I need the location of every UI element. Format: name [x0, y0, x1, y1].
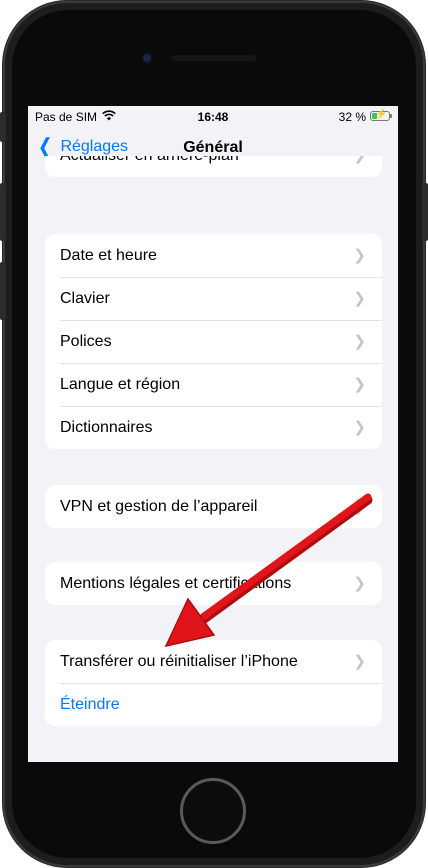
settings-row-dictionaries[interactable]: Dictionnaires ❯ — [45, 406, 382, 449]
disclosure-chevron-icon: ❯ — [353, 575, 366, 592]
side-button-mute — [0, 112, 6, 142]
home-button[interactable] — [180, 778, 246, 844]
settings-row-shut-down[interactable]: Éteindre — [45, 683, 382, 726]
row-label: Éteindre — [60, 695, 120, 713]
disclosure-chevron-icon: ❯ — [353, 247, 366, 264]
row-label: Polices — [60, 332, 112, 350]
row-label: Dictionnaires — [60, 418, 153, 436]
row-label: Mentions légales et certifications — [60, 574, 292, 592]
charging-bolt-icon: ⚡ — [375, 109, 388, 120]
disclosure-chevron-icon: ❯ — [353, 156, 366, 164]
settings-row-keyboard[interactable]: Clavier ❯ — [45, 277, 382, 320]
disclosure-chevron-icon: ❯ — [353, 333, 366, 350]
earpiece-speaker — [171, 55, 257, 61]
settings-group-top: Actualiser en arrière-plan ❯ — [45, 156, 382, 177]
row-label: Langue et région — [60, 375, 181, 393]
row-label: Date et heure — [60, 246, 157, 264]
settings-group-reset: Transférer ou réinitialiser l’iPhone ❯ É… — [45, 640, 382, 726]
battery-percent: 32 % — [338, 110, 366, 124]
side-button-volume-down — [0, 262, 6, 320]
side-button-power — [422, 183, 428, 241]
side-button-volume-up — [0, 183, 6, 241]
settings-group-datetime: Date et heure ❯ Clavier ❯ Polices ❯ Lang… — [45, 234, 382, 449]
disclosure-chevron-icon: ❯ — [353, 376, 366, 393]
settings-row-legal-certifications[interactable]: Mentions légales et certifications ❯ — [45, 562, 382, 605]
battery-icon: ⚡ — [370, 109, 392, 121]
settings-row-date-time[interactable]: Date et heure ❯ — [45, 234, 382, 277]
screen: Pas de SIM 16:48 32 % ⚡ ❮ Réglages Génér… — [28, 106, 398, 762]
settings-row-transfer-reset[interactable]: Transférer ou réinitialiser l’iPhone ❯ — [45, 640, 382, 683]
disclosure-chevron-icon: ❯ — [353, 653, 366, 670]
settings-group-legal: Mentions légales et certifications ❯ — [45, 562, 382, 605]
settings-row-background-refresh[interactable]: Actualiser en arrière-plan ❯ — [45, 156, 382, 177]
status-bar: Pas de SIM 16:48 32 % ⚡ — [28, 106, 398, 126]
settings-row-vpn-device-management[interactable]: VPN et gestion de l’appareil ❯ — [45, 485, 382, 528]
row-label: VPN et gestion de l’appareil — [60, 497, 258, 515]
settings-row-fonts[interactable]: Polices ❯ — [45, 320, 382, 363]
settings-row-language-region[interactable]: Langue et région ❯ — [45, 363, 382, 406]
settings-group-vpn: VPN et gestion de l’appareil ❯ — [45, 485, 382, 528]
front-camera — [141, 52, 153, 64]
row-label: Clavier — [60, 289, 110, 307]
page-title: Général — [183, 139, 243, 156]
row-label: Actualiser en arrière-plan — [45, 156, 239, 165]
row-label: Transférer ou réinitialiser l’iPhone — [60, 652, 298, 670]
disclosure-chevron-icon: ❯ — [353, 498, 366, 515]
disclosure-chevron-icon: ❯ — [353, 290, 366, 307]
disclosure-chevron-icon: ❯ — [353, 419, 366, 436]
